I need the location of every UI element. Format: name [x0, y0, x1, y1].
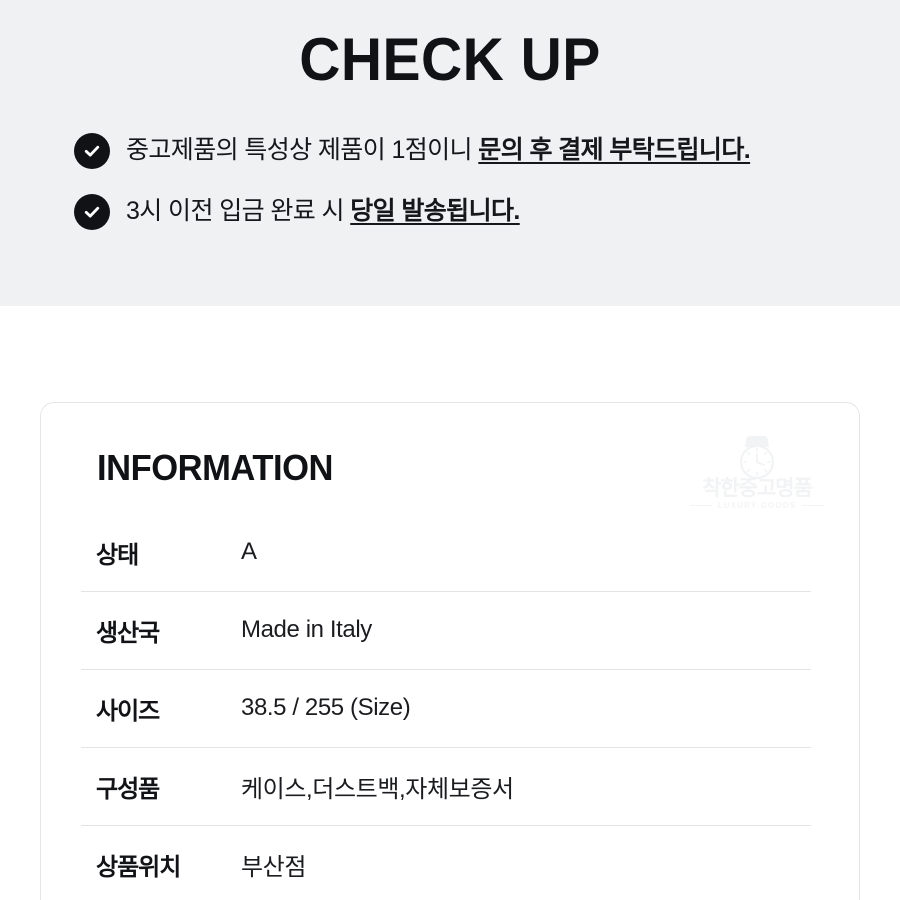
- checkup-item-emphasis: 문의 후 결제 부탁드립니다.: [478, 136, 751, 164]
- row-value: Made in Italy: [241, 616, 372, 643]
- check-circle-icon: [74, 133, 110, 169]
- table-row: 구성품 케이스,더스트백,자체보증서: [81, 747, 821, 825]
- watermark-rule-right: [802, 505, 825, 506]
- information-card: INFORMATION 착한중고명품 LUXURY GOODS 상태 A 생산국…: [40, 402, 860, 900]
- list-item: 중고제품의 특성상 제품이 1점이니 문의 후 결제 부탁드립니다.: [74, 132, 864, 169]
- checkup-item-normal: 3시 이전 입금 완료 시: [126, 197, 351, 225]
- checkup-item-text: 중고제품의 특성상 제품이 1점이니 문의 후 결제 부탁드립니다.: [126, 132, 751, 168]
- table-row: 사이즈 38.5 / 255 (Size): [81, 669, 821, 747]
- row-value: 38.5 / 255 (Size): [241, 694, 411, 721]
- watermark-tagline-row: LUXURY GOODS: [687, 501, 827, 510]
- list-item: 3시 이전 입금 완료 시 당일 발송됩니다.: [74, 193, 864, 230]
- row-label: 생산국: [96, 619, 160, 647]
- table-row: 생산국 Made in Italy: [81, 591, 821, 669]
- row-value: 부산점: [241, 853, 307, 881]
- checkup-item-text: 3시 이전 입금 완료 시 당일 발송됩니다.: [126, 193, 520, 229]
- row-label: 상품위치: [96, 853, 181, 881]
- information-heading: INFORMATION: [97, 447, 333, 488]
- checkup-list: 중고제품의 특성상 제품이 1점이니 문의 후 결제 부탁드립니다. 3시 이전…: [74, 132, 864, 254]
- product-detail-page: CHECK UP 중고제품의 특성상 제품이 1점이니 문의 후 결제 부탁드립…: [0, 0, 900, 900]
- watermark-brand-name: 착한중고명품: [702, 477, 813, 500]
- checkup-item-emphasis: 당일 발송됩니다.: [350, 197, 520, 225]
- wristwatch-icon: [739, 436, 775, 480]
- row-label: 구성품: [96, 775, 160, 803]
- watermark-tagline: LUXURY GOODS: [717, 501, 797, 510]
- page-title: CHECK UP: [299, 26, 601, 93]
- checkup-section: CHECK UP 중고제품의 특성상 제품이 1점이니 문의 후 결제 부탁드립…: [0, 0, 900, 306]
- row-label: 상태: [96, 541, 139, 569]
- check-circle-icon: [74, 194, 110, 230]
- information-table: 상태 A 생산국 Made in Italy 사이즈 38.5 / 255 (S…: [81, 513, 821, 900]
- row-label: 사이즈: [96, 697, 160, 725]
- row-value: 케이스,더스트백,자체보증서: [241, 775, 514, 803]
- row-value: A: [241, 538, 257, 565]
- table-row: 상태 A: [81, 513, 821, 591]
- table-row: 상품위치 부산점: [81, 825, 821, 900]
- checkup-item-normal: 중고제품의 특성상 제품이 1점이니: [126, 136, 479, 164]
- brand-watermark: 착한중고명품 LUXURY GOODS: [687, 435, 827, 519]
- watermark-rule-left: [689, 505, 712, 506]
